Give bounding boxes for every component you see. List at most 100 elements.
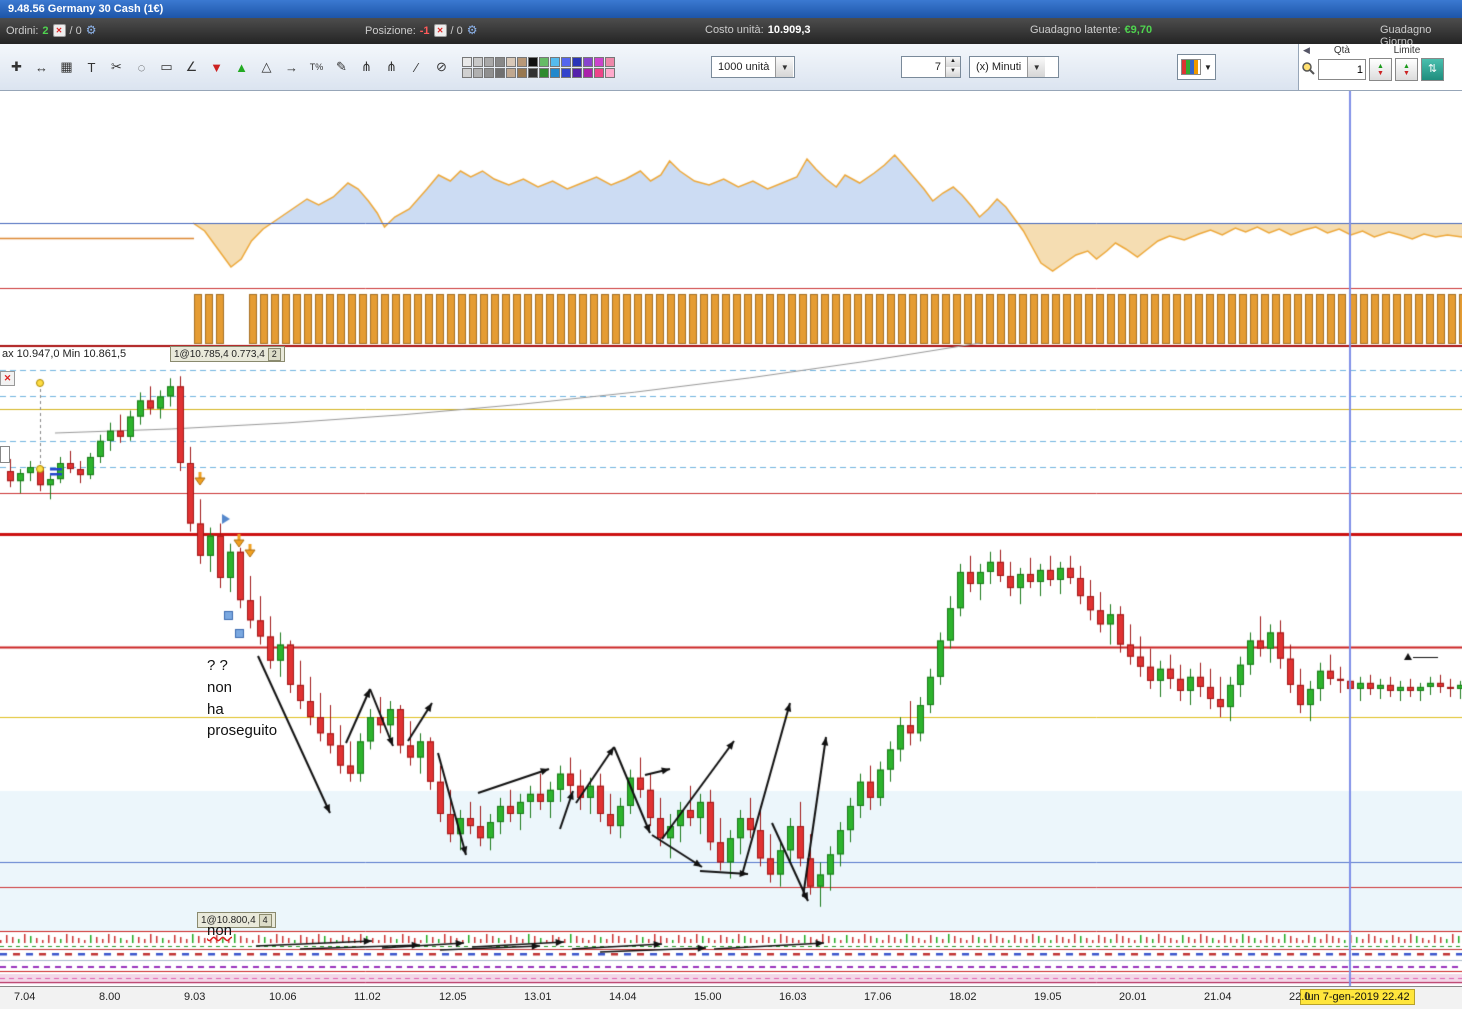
- color-swatch[interactable]: [462, 67, 472, 78]
- collapse-panel-icon[interactable]: ◀: [1303, 45, 1310, 58]
- color-swatch[interactable]: [539, 56, 549, 67]
- close-orders-icon[interactable]: ✕: [52, 24, 66, 37]
- lasso-select-tool[interactable]: ◌: [129, 55, 154, 80]
- delete-drawing-tool[interactable]: ✂: [104, 55, 129, 80]
- color-swatch[interactable]: [528, 56, 538, 67]
- position-group: Posizione: -1 ✕ / 0 ⚙: [365, 24, 478, 37]
- stepper-arrows[interactable]: ▲ ▼: [945, 57, 960, 77]
- color-swatch[interactable]: [605, 56, 615, 67]
- angle-tool[interactable]: ∠: [179, 55, 204, 80]
- stepper-down-icon[interactable]: ▼: [946, 67, 960, 77]
- color-swatch[interactable]: [484, 56, 494, 67]
- quantity-input[interactable]: [1318, 59, 1366, 80]
- units-select[interactable]: 1000 unità ▼: [711, 56, 795, 78]
- oblique-line-tool[interactable]: ∕: [404, 55, 429, 80]
- x-axis-label: 13.01: [524, 991, 552, 1003]
- order-price-tag[interactable]: 1@10.785,4 0.773,4 2: [170, 346, 285, 362]
- buy-arrow-icon: ▲: [1377, 62, 1384, 70]
- color-swatch[interactable]: [473, 56, 483, 67]
- color-swatch[interactable]: [561, 56, 571, 67]
- chart-text-annotation[interactable]: non: [207, 922, 232, 939]
- timeframe-select[interactable]: (x) Minuti ▼: [969, 56, 1059, 78]
- color-swatch[interactable]: [517, 67, 527, 78]
- cost-group: Costo unità: 10.909,3: [705, 24, 811, 36]
- color-swatch[interactable]: [583, 67, 593, 78]
- chart-style-button[interactable]: ▼: [1177, 54, 1216, 80]
- chevron-down-icon[interactable]: ▼: [1027, 57, 1046, 77]
- color-swatch[interactable]: [506, 56, 516, 67]
- pen-tool[interactable]: ✎: [329, 55, 354, 80]
- time-axis: lun 7-gen-2019 22.42 7.04 8.00 9.03 10.06 11…: [0, 986, 1462, 1009]
- tool-buttons: ✚ ↔ ▦ T ✂ ◌ ▭ ∠ ▼ ▲ △ → T% ✎ ⋔ ⋔ ∕ ⊘: [4, 55, 454, 80]
- sell-marker-tool[interactable]: ▼: [204, 55, 229, 80]
- color-swatch[interactable]: [506, 67, 516, 78]
- stepper-up-icon[interactable]: ▲: [946, 57, 960, 67]
- close-drawing-icon[interactable]: ✕: [0, 371, 15, 386]
- x-axis-label: 21.04: [1204, 991, 1232, 1003]
- magnifier-icon[interactable]: [1301, 61, 1315, 78]
- color-swatch[interactable]: [473, 67, 483, 78]
- chart-text-annotation[interactable]: ha: [207, 701, 224, 718]
- chart-text-annotation[interactable]: proseguito: [207, 722, 277, 739]
- orders-count: 2: [42, 24, 49, 37]
- color-swatch[interactable]: [572, 67, 582, 78]
- x-axis-label: 7.04: [14, 991, 36, 1003]
- color-swatch[interactable]: [495, 56, 505, 67]
- zoom-box-tool[interactable]: ▭: [154, 55, 179, 80]
- gain-label: Guadagno latente:: [1030, 24, 1121, 36]
- trend-arrow-tool[interactable]: →: [279, 55, 304, 80]
- chevron-down-icon[interactable]: ▼: [1204, 63, 1212, 72]
- color-swatch[interactable]: [495, 67, 505, 78]
- sell-arrow-icon: ▼: [1403, 69, 1410, 77]
- position-settings-icon[interactable]: ⚙: [467, 24, 478, 36]
- sell-limit-button[interactable]: ▲ ▼: [1395, 58, 1418, 81]
- qty-header: Qtà: [1333, 45, 1350, 56]
- color-swatch[interactable]: [539, 67, 549, 78]
- ellipse-cross-tool[interactable]: ⊘: [429, 55, 454, 80]
- color-swatch[interactable]: [528, 67, 538, 78]
- color-swatch[interactable]: [550, 67, 560, 78]
- x-axis-label: 17.06: [864, 991, 892, 1003]
- orders-settings-icon[interactable]: ⚙: [86, 24, 97, 36]
- x-axis-label: 10.06: [269, 991, 297, 1003]
- buy-marker-tool[interactable]: ▲: [229, 55, 254, 80]
- color-swatch[interactable]: [572, 56, 582, 67]
- crosshair-tool[interactable]: ✚: [4, 55, 29, 80]
- timeframe-select-value: (x) Minuti: [976, 61, 1022, 73]
- window-title: 9.48.56 Germany 30 Cash (1€): [8, 3, 164, 15]
- indicator-grid-tool[interactable]: ▦: [54, 55, 79, 80]
- chart-area: ✕ ax 10.947,0 Min 10.861,5 1@10.785,4 0.…: [0, 91, 1462, 1009]
- color-swatch[interactable]: [484, 67, 494, 78]
- chart-text-annotation[interactable]: non: [207, 679, 232, 696]
- color-swatch[interactable]: [550, 56, 560, 67]
- x-axis-label: 20.01: [1119, 991, 1147, 1003]
- limit-header: Limite: [1393, 45, 1421, 56]
- period-value: 7: [934, 61, 941, 73]
- alert-tool[interactable]: △: [254, 55, 279, 80]
- close-position-icon[interactable]: ✕: [433, 24, 447, 37]
- period-stepper[interactable]: 7 ▲ ▼: [901, 56, 961, 78]
- chart-style-icon: [1181, 59, 1201, 75]
- x-axis-label: 14.04: [609, 991, 637, 1003]
- x-axis-label: 16.03: [779, 991, 807, 1003]
- chart-text-annotation[interactable]: ? ?: [207, 657, 228, 674]
- color-palette: [462, 56, 615, 78]
- gann-lines-tool[interactable]: ⋔: [379, 55, 404, 80]
- color-swatch[interactable]: [583, 56, 593, 67]
- order-mode-button[interactable]: ⇅: [1421, 58, 1444, 81]
- window-title-bar: 9.48.56 Germany 30 Cash (1€): [0, 0, 1462, 18]
- price-chart-canvas[interactable]: [0, 91, 1462, 986]
- fan-lines-tool[interactable]: ⋔: [354, 55, 379, 80]
- position-count: -1: [419, 24, 430, 37]
- color-swatch[interactable]: [605, 67, 615, 78]
- color-swatch[interactable]: [594, 67, 604, 78]
- color-swatch[interactable]: [594, 56, 604, 67]
- color-swatch[interactable]: [561, 67, 571, 78]
- color-swatch[interactable]: [462, 56, 472, 67]
- color-swatch[interactable]: [517, 56, 527, 67]
- measure-tool[interactable]: ↔: [29, 55, 54, 80]
- text-tool[interactable]: T: [79, 55, 104, 80]
- buy-limit-button[interactable]: ▲ ▼: [1369, 58, 1392, 81]
- chevron-down-icon[interactable]: ▼: [775, 57, 794, 77]
- percent-text-tool[interactable]: T%: [304, 55, 329, 80]
